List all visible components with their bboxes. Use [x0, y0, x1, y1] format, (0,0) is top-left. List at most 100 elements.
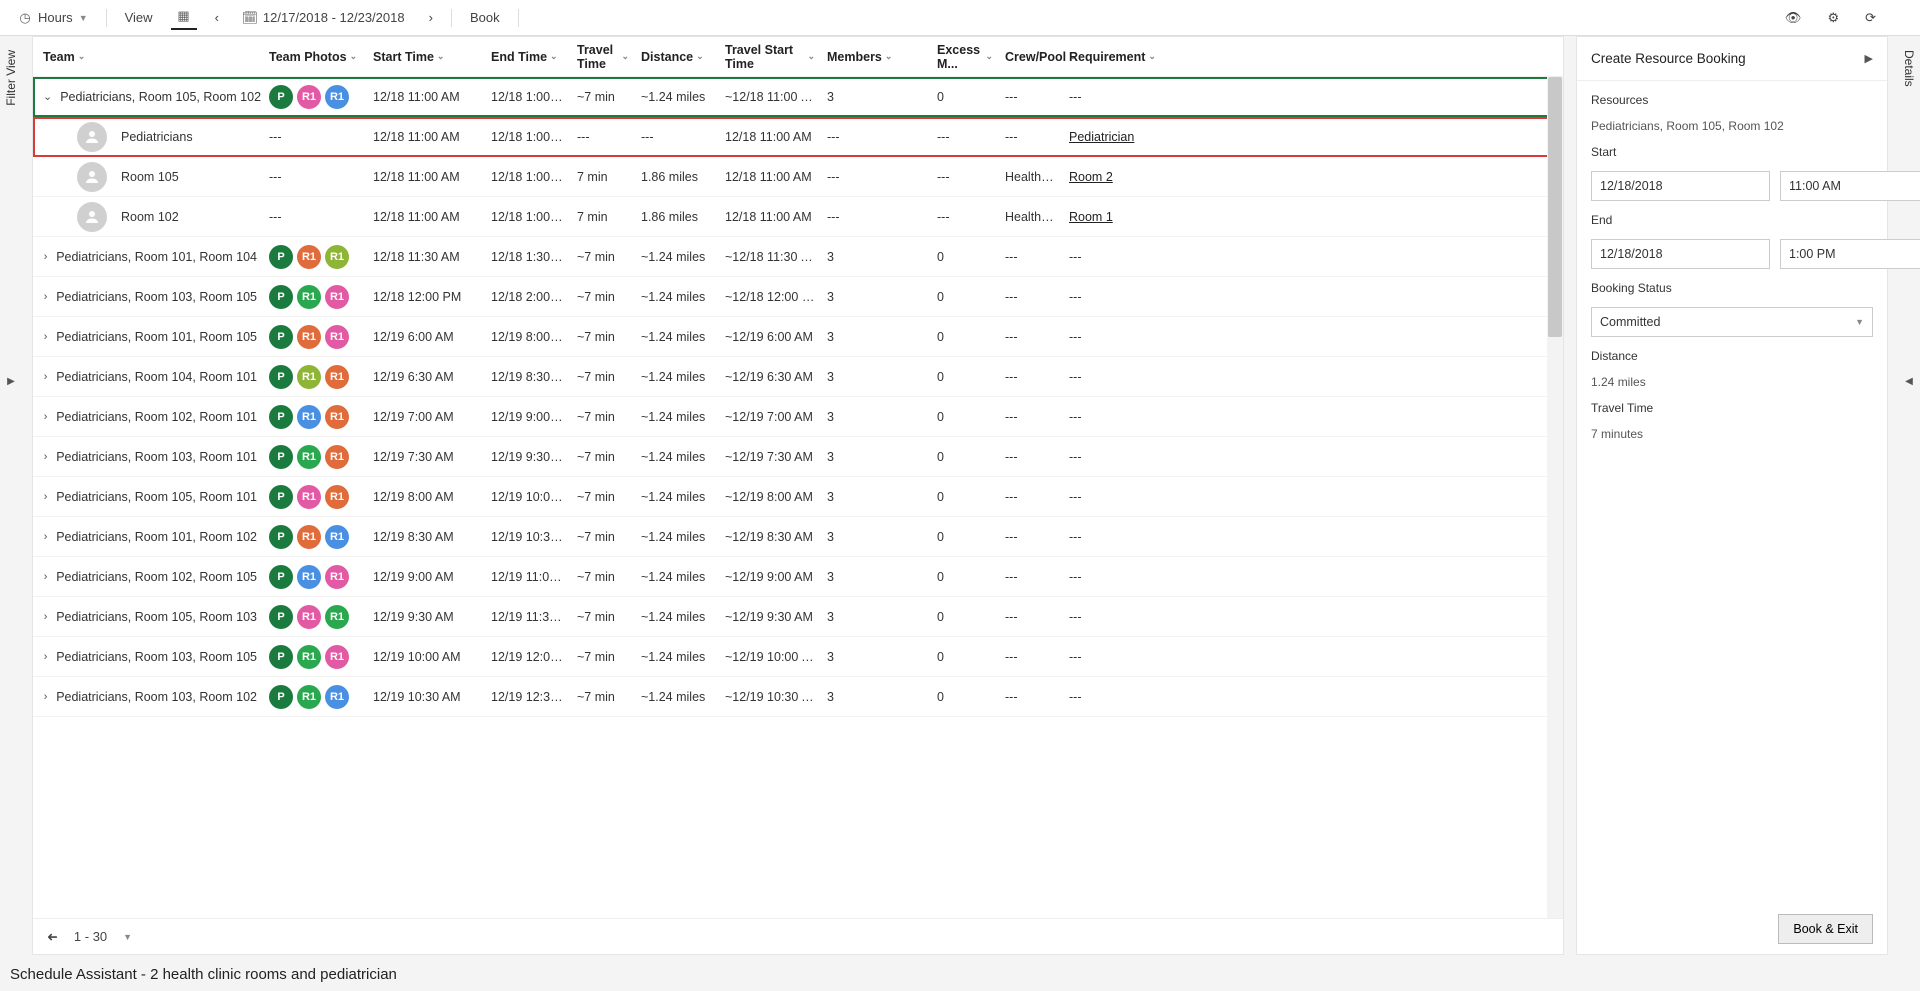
chevron-right-icon[interactable]: › — [43, 491, 48, 503]
column-header[interactable]: Team Photos⌄ — [263, 50, 367, 64]
data-cell: 12/19 6:00 AM — [367, 330, 485, 344]
table-row[interactable]: ›Pediatricians, Room 101, Room 105PR1R11… — [33, 317, 1563, 357]
scrollbar-thumb[interactable] — [1548, 77, 1562, 337]
data-cell: 3 — [821, 530, 931, 544]
chevron-right-icon[interactable]: ▶ — [1865, 52, 1873, 65]
table-row[interactable]: ›Pediatricians, Room 103, Room 101PR1R11… — [33, 437, 1563, 477]
requirement-link[interactable]: Pediatrician — [1069, 130, 1134, 144]
scrollbar[interactable] — [1547, 77, 1563, 918]
column-header[interactable]: Team⌄ — [33, 50, 263, 64]
chevron-down-icon[interactable]: ⌄ — [43, 90, 52, 103]
chevron-down-icon[interactable]: ▼ — [123, 932, 132, 942]
settings-button[interactable]: ⚙ — [1821, 6, 1845, 30]
view-grid-button[interactable]: ▦ — [171, 6, 197, 30]
chevron-down-icon: ⌄ — [985, 51, 993, 62]
filter-view-panel-toggle[interactable]: Filter View ▶ — [0, 36, 22, 756]
data-cell: 0 — [931, 410, 999, 424]
expand-right-icon: ▶ — [7, 376, 15, 387]
data-cell: --- — [999, 650, 1063, 664]
next-week-button[interactable]: › — [423, 6, 439, 30]
start-time-input[interactable] — [1780, 171, 1920, 201]
data-cell: 12/19 7:30 AM — [367, 450, 485, 464]
requirement-link[interactable]: Room 1 — [1069, 210, 1113, 224]
column-header[interactable]: End Time⌄ — [485, 50, 571, 64]
date-range-picker[interactable]: 🗓 12/17/2018 - 12/23/2018 — [237, 6, 411, 30]
separator — [518, 9, 519, 27]
data-cell: ~12/18 12:00 PM — [719, 290, 821, 304]
table-row[interactable]: ›Pediatricians, Room 101, Room 102PR1R11… — [33, 517, 1563, 557]
column-label: End Time — [491, 50, 547, 64]
table-row[interactable]: ›Pediatricians, Room 105, Room 103PR1R11… — [33, 597, 1563, 637]
table-row[interactable]: ⌄Pediatricians, Room 105, Room 102PR1R11… — [33, 77, 1563, 117]
column-label: Team — [43, 50, 75, 64]
refresh-button[interactable]: ⟳ — [1859, 6, 1882, 30]
chevron-right-icon[interactable]: › — [43, 291, 48, 303]
requirement-cell[interactable]: Room 1 — [1063, 210, 1149, 224]
avatar: P — [269, 605, 293, 629]
table-row[interactable]: ›Pediatricians, Room 102, Room 101PR1R11… — [33, 397, 1563, 437]
chevron-right-icon[interactable]: › — [43, 691, 48, 703]
requirement-cell[interactable]: Room 2 — [1063, 170, 1149, 184]
chevron-down-icon: ⌄ — [807, 51, 815, 62]
chevron-right-icon[interactable]: › — [43, 251, 48, 263]
requirement-cell: --- — [1063, 490, 1149, 504]
requirement-cell[interactable]: Pediatrician — [1063, 130, 1149, 144]
chevron-right-icon[interactable]: › — [43, 411, 48, 423]
prev-week-button[interactable]: ‹ — [209, 6, 225, 30]
column-header[interactable]: Travel Time⌄ — [571, 43, 635, 71]
chevron-right-icon[interactable]: › — [43, 451, 48, 463]
data-cell: 7 min — [571, 210, 635, 224]
table-row[interactable]: ›Pediatricians, Room 103, Room 105PR1R11… — [33, 277, 1563, 317]
chevron-right-icon[interactable]: › — [43, 531, 48, 543]
requirement-link[interactable]: Room 2 — [1069, 170, 1113, 184]
data-cell: --- — [999, 610, 1063, 624]
start-date-input[interactable] — [1591, 171, 1770, 201]
chevron-right-icon[interactable]: › — [43, 651, 48, 663]
table-row[interactable]: ›Pediatricians, Room 102, Room 105PR1R11… — [33, 557, 1563, 597]
details-panel-toggle[interactable]: Details ◀ — [1898, 36, 1920, 756]
end-time-input[interactable] — [1780, 239, 1920, 269]
data-cell: ~12/19 8:00 AM — [719, 490, 821, 504]
chevron-right-icon[interactable]: › — [43, 331, 48, 343]
end-label: End — [1591, 213, 1873, 227]
table-row[interactable]: ›Pediatricians, Room 103, Room 102PR1R11… — [33, 677, 1563, 717]
eye-button[interactable]: 👁 — [1779, 6, 1808, 30]
chevron-right-icon[interactable]: › — [43, 571, 48, 583]
booking-status-select[interactable]: Committed ▼ — [1591, 307, 1873, 337]
avatar: P — [269, 565, 293, 589]
book-and-exit-button[interactable]: Book & Exit — [1778, 914, 1873, 944]
team-name: Pediatricians, Room 105, Room 103 — [56, 610, 257, 624]
team-name: Pediatricians, Room 101, Room 105 — [56, 330, 257, 344]
column-header[interactable]: Travel Start Time⌄ — [719, 43, 821, 71]
chevron-right-icon[interactable]: › — [43, 611, 48, 623]
table-row[interactable]: ›Pediatricians, Room 103, Room 105PR1R11… — [33, 637, 1563, 677]
book-button[interactable]: Book — [464, 6, 506, 30]
data-cell: ~1.24 miles — [635, 90, 719, 104]
table-row[interactable]: ›Pediatricians, Room 101, Room 104PR1R11… — [33, 237, 1563, 277]
column-header[interactable]: Excess M...⌄ — [931, 43, 999, 71]
data-cell: 12/19 10:30 ... — [485, 530, 571, 544]
chevron-right-icon[interactable]: › — [43, 371, 48, 383]
column-header[interactable]: Distance⌄ — [635, 50, 719, 64]
table-row[interactable]: Room 102---12/18 11:00 AM12/18 1:00 PM7 … — [33, 197, 1563, 237]
table-row[interactable]: Room 105---12/18 11:00 AM12/18 1:00 PM7 … — [33, 157, 1563, 197]
column-header[interactable]: Start Time⌄ — [367, 50, 485, 64]
table-row[interactable]: ›Pediatricians, Room 104, Room 101PR1R11… — [33, 357, 1563, 397]
data-cell: --- — [821, 210, 931, 224]
column-header[interactable]: Requirement⌄ — [1063, 50, 1149, 64]
avatar: R1 — [297, 365, 321, 389]
end-date-input[interactable] — [1591, 239, 1770, 269]
team-cell: Room 102 — [33, 202, 263, 232]
pager-first[interactable]: ➜ — [47, 929, 58, 945]
column-header[interactable]: Crew/Pool⌄ — [999, 50, 1063, 64]
data-cell: 12/19 8:00 AM — [367, 490, 485, 504]
avatar: R1 — [297, 325, 321, 349]
team-cell: ›Pediatricians, Room 101, Room 104 — [33, 250, 263, 264]
table-row[interactable]: Pediatricians---12/18 11:00 AM12/18 1:00… — [33, 117, 1563, 157]
top-toolbar: ◷ Hours ▼ View ▦ ‹ 🗓 12/17/2018 - 12/23/… — [0, 0, 1920, 36]
table-row[interactable]: ›Pediatricians, Room 105, Room 101PR1R11… — [33, 477, 1563, 517]
hours-dropdown[interactable]: ◷ Hours ▼ — [12, 6, 94, 30]
view-label: View — [125, 10, 153, 25]
column-header[interactable]: Members⌄ — [821, 50, 931, 64]
booking-status-label: Booking Status — [1591, 281, 1873, 295]
